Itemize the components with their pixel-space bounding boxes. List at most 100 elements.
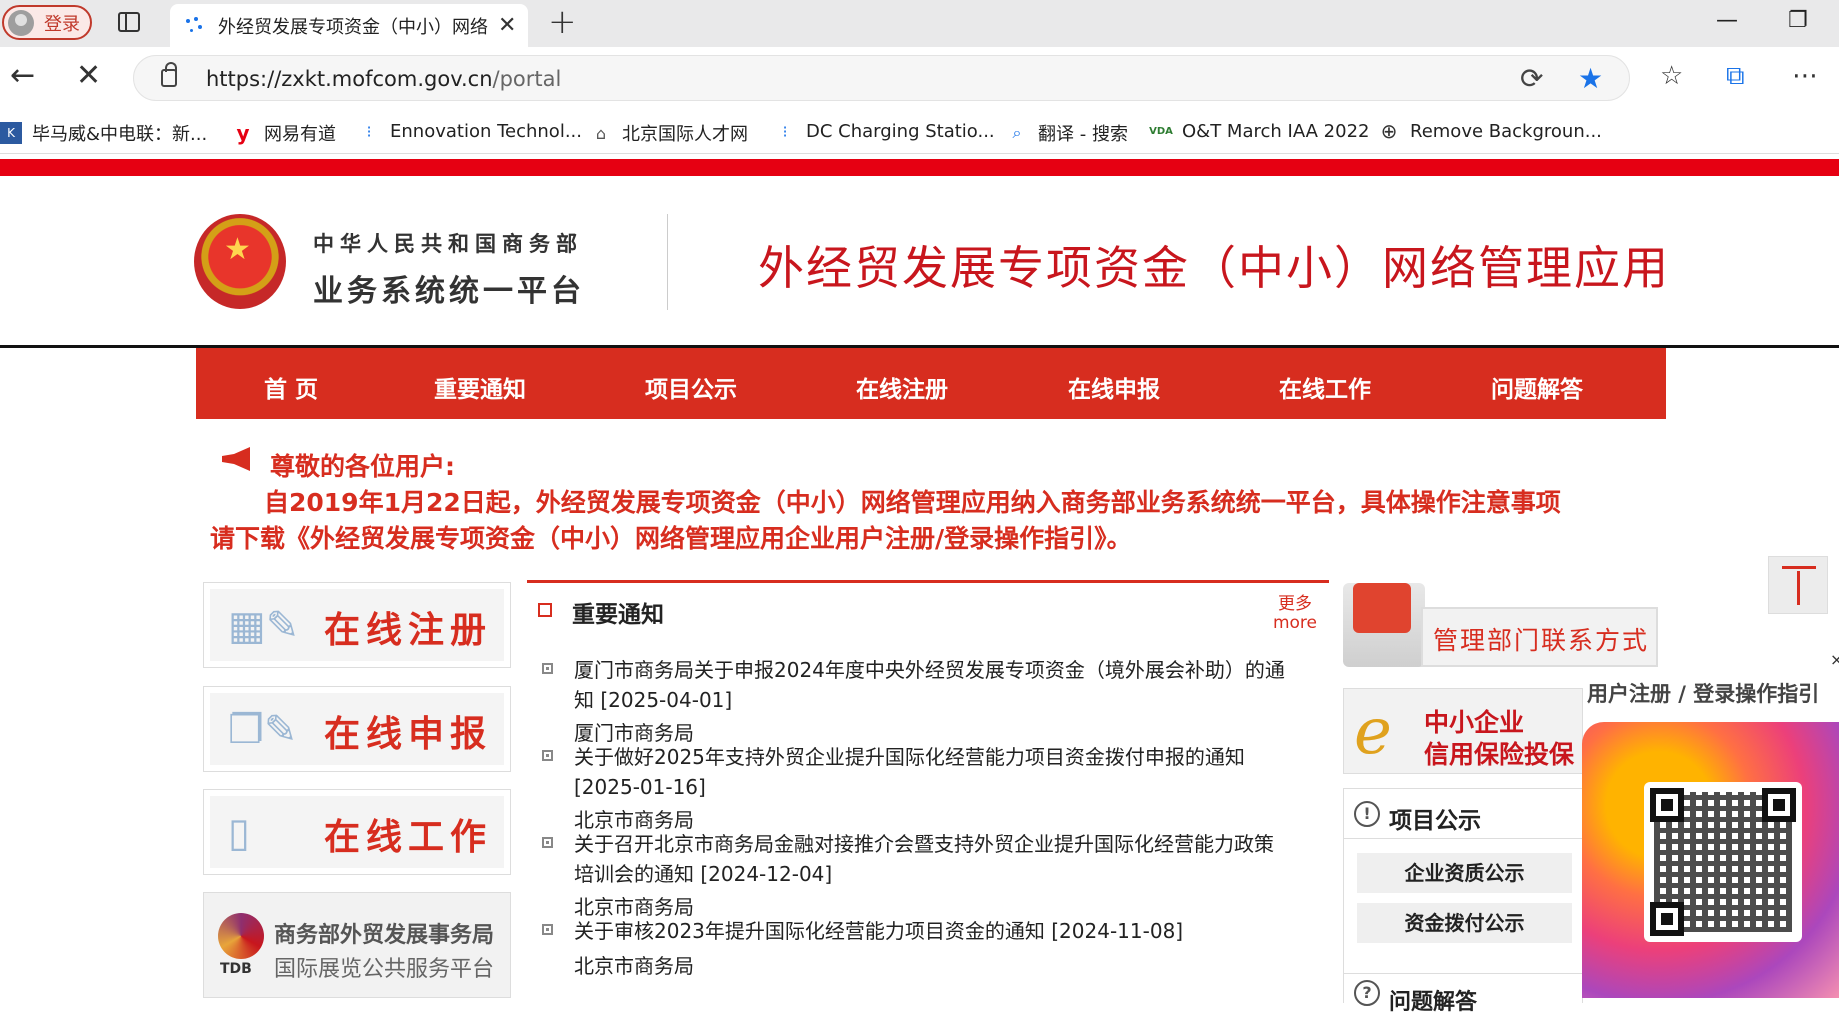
- nav-faq[interactable]: 问题解答: [1491, 370, 1583, 404]
- back-icon[interactable]: ←: [10, 61, 35, 91]
- profile-label: 登录: [44, 13, 80, 35]
- back-to-top-button[interactable]: [1768, 556, 1828, 614]
- kpmg-icon: K: [0, 122, 22, 144]
- bookmark-ennovation[interactable]: ⁝ Ennovation Technol...: [358, 120, 582, 142]
- online-apply-button[interactable]: ❐✎ 在线申报: [203, 686, 511, 772]
- news-title[interactable]: 关于做好2025年支持外贸企业提升国际化经营能力项目资金拨付申报的通知 [2025…: [574, 742, 1319, 802]
- contact-label: 管理部门联系方式: [1421, 607, 1658, 667]
- project-publicity-panel: ! 项目公示 企业资质公示 资金拨付公示: [1343, 788, 1583, 998]
- tab-active[interactable]: 外经贸发展专项资金（中小）网络 ✕: [170, 4, 528, 47]
- bookmark-remove-bg[interactable]: ⊕ Remove Backgroun...: [1378, 119, 1602, 143]
- bookmark-bjrc[interactable]: ⌂ 北京国际人才网: [590, 120, 748, 146]
- apply-document-icon: ❐✎: [228, 707, 298, 753]
- more-cn: 更多: [1277, 594, 1312, 614]
- nav-home[interactable]: 首 页: [264, 370, 318, 404]
- bookmark-vda[interactable]: VDA O&T March IAA 2022: [1149, 120, 1370, 142]
- bookmark-kpmg[interactable]: K 毕马威&中电联：新...: [0, 120, 207, 146]
- notice-download-link[interactable]: 请下载《外经贸发展专项资金（中小）网络管理应用企业用户注册/登录操作指引》。: [210, 519, 1132, 555]
- more-menu-icon[interactable]: ⋯: [1792, 61, 1818, 91]
- online-register-button[interactable]: ▦✎ 在线注册: [203, 582, 511, 668]
- news-title[interactable]: 关于召开北京市商务局金融对接推介会暨支持外贸企业提升国际化经营能力政策 培训会的通…: [574, 829, 1319, 889]
- close-float-icon[interactable]: ×: [1830, 650, 1839, 669]
- more-link[interactable]: 更多 more: [1273, 595, 1317, 633]
- online-work-label: 在线工作: [324, 817, 493, 858]
- bookmark-label: 毕马威&中电联：新...: [32, 124, 208, 145]
- tdb-exhibition-platform-link[interactable]: TDB 商务部外贸发展事务局 国际展览公共服务平台: [203, 892, 511, 998]
- qr-finder: [1650, 902, 1684, 936]
- restore-icon[interactable]: ❐: [1788, 8, 1808, 33]
- address-bar[interactable]: https://zxkt.mofcom.gov.cn/portal ⟳ ★: [133, 55, 1630, 101]
- enterprise-qualification-link[interactable]: 企业资质公示: [1357, 853, 1572, 893]
- news-title[interactable]: 厦门市商务局关于申报2024年度中央外经贸发展专项资金（境外展会补助）的通知 […: [574, 655, 1319, 715]
- online-work-button[interactable]: ▯ 在线工作: [203, 789, 511, 875]
- nav-online-work[interactable]: 在线工作: [1279, 370, 1371, 404]
- tdb-abbr: TDB: [220, 961, 252, 977]
- guide-float-label[interactable]: 用户注册 / 登录操作指引: [1587, 678, 1819, 708]
- bookmark-label: Remove Backgroun...: [1410, 120, 1602, 142]
- collections-icon[interactable]: ⧉: [1726, 61, 1745, 91]
- browser-tab-bar: 登录 外经贸发展专项资金（中小）网络 ✕ + — ❐: [0, 0, 1839, 47]
- bookmark-label: O&T March IAA 2022: [1182, 120, 1370, 142]
- lock-icon[interactable]: [161, 62, 177, 87]
- header-divider: [667, 214, 668, 310]
- section-square-icon: [538, 603, 552, 617]
- qr-code-panel: [1582, 722, 1839, 998]
- avatar-icon: [8, 9, 34, 36]
- new-tab-icon[interactable]: +: [548, 2, 577, 42]
- envelope-icon: [1343, 583, 1425, 667]
- bookmark-translate[interactable]: ⌕ 翻译 - 搜索: [1006, 120, 1128, 146]
- more-en: more: [1272, 613, 1317, 633]
- news-title-line2: 知 [2025-04-01]: [574, 688, 733, 712]
- bookmark-dc-charging[interactable]: ⁝ DC Charging Statio...: [774, 120, 994, 142]
- list-bullet-icon: [542, 837, 553, 848]
- qr-code-icon: [1644, 782, 1802, 942]
- tdb-logo-icon: [218, 913, 264, 959]
- search-icon: ⌕: [1012, 123, 1022, 142]
- national-emblem-icon: ★: [194, 214, 286, 309]
- news-org: 北京市商务局: [574, 954, 694, 978]
- contact-info-button[interactable]: 管理部门联系方式: [1343, 583, 1658, 673]
- vda-icon: VDA: [1149, 125, 1173, 137]
- nav-project-publicity[interactable]: 项目公示: [645, 370, 737, 404]
- nav-online-register[interactable]: 在线注册: [856, 370, 948, 404]
- close-tab-icon[interactable]: ✕: [498, 13, 516, 38]
- favorites-icon[interactable]: ☆: [1660, 61, 1683, 91]
- youdao-icon: y: [236, 121, 250, 145]
- credit-insurance-button[interactable]: e 中小企业 信用保险投保: [1343, 688, 1583, 774]
- news-title-line2: [2025-01-16]: [574, 775, 706, 799]
- top-red-stripe: [0, 159, 1839, 176]
- nav-online-apply[interactable]: 在线申报: [1068, 370, 1160, 404]
- stop-loading-icon[interactable]: ✕: [76, 61, 101, 91]
- profile-button[interactable]: 登录: [2, 5, 92, 40]
- nav-important-notices[interactable]: 重要通知: [434, 370, 526, 404]
- list-item[interactable]: 关于召开北京市商务局金融对接推介会暨支持外贸企业提升国际化经营能力政策 培训会的通…: [542, 829, 1317, 919]
- list-bullet-icon: [542, 924, 553, 935]
- register-grid-icon: ▦✎: [228, 603, 300, 649]
- minimize-icon[interactable]: —: [1716, 8, 1738, 33]
- list-item[interactable]: 厦门市商务局关于申报2024年度中央外经贸发展专项资金（境外展会补助）的通知 […: [542, 655, 1317, 745]
- info-exclamation-icon: !: [1354, 801, 1380, 827]
- fund-disbursement-link[interactable]: 资金拨付公示: [1357, 903, 1572, 943]
- credit-line2: 信用保险投保: [1424, 740, 1575, 769]
- favorite-star-icon[interactable]: ★: [1578, 62, 1603, 95]
- credit-line1: 中小企业: [1424, 708, 1525, 737]
- tab-actions-icon[interactable]: [118, 12, 140, 32]
- credit-e-logo-icon: e: [1354, 695, 1392, 769]
- qr-finder: [1762, 788, 1796, 822]
- bookmark-youdao[interactable]: y 网易有道: [232, 120, 336, 146]
- news-title-line1: 关于召开北京市商务局金融对接推介会暨支持外贸企业提升国际化经营能力政策: [574, 832, 1274, 856]
- main-nav: 首 页 重要通知 项目公示 在线注册 在线申报 在线工作 问题解答: [196, 348, 1666, 419]
- bookmark-label: 北京国际人才网: [622, 124, 748, 145]
- tdb-subtitle: 国际展览公共服务平台: [274, 957, 495, 982]
- list-bullet-icon: [542, 750, 553, 761]
- globe-icon: ⊕: [1380, 119, 1398, 143]
- url-path: /portal: [492, 67, 562, 91]
- list-item[interactable]: 关于做好2025年支持外贸企业提升国际化经营能力项目资金拨付申报的通知 [2025…: [542, 742, 1317, 832]
- url-text[interactable]: https://zxkt.mofcom.gov.cn/portal: [206, 67, 561, 91]
- list-item[interactable]: 关于审核2023年提升国际化经营能力项目资金的通知 [2024-11-08] 北…: [542, 916, 1317, 986]
- tdb-title: 商务部外贸发展事务局: [274, 923, 495, 948]
- bookmarks-bar: K 毕马威&中电联：新... y 网易有道 ⁝ Ennovation Technol.…: [0, 110, 1839, 154]
- news-title[interactable]: 关于审核2023年提升国际化经营能力项目资金的通知 [2024-11-08]: [574, 916, 1319, 946]
- online-apply-label: 在线申报: [324, 714, 493, 755]
- refresh-ai-icon[interactable]: ⟳: [1520, 62, 1543, 95]
